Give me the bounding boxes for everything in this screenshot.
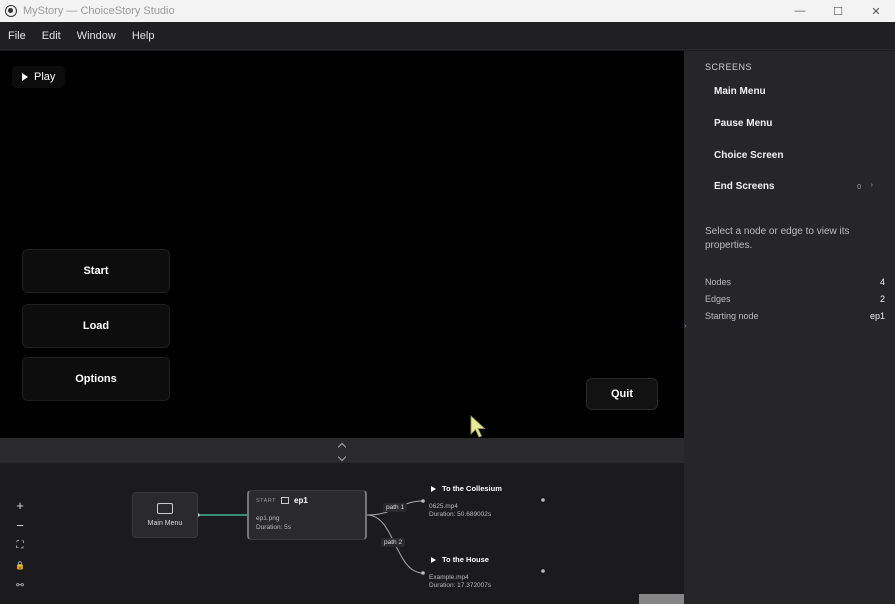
panel-splitter[interactable] <box>0 438 684 463</box>
choice-collesium-duration: Duration: 50.689002s <box>429 511 492 518</box>
node-choice-collesium[interactable]: To the Collesium <box>431 484 502 493</box>
screen-item-main-menu[interactable]: Main Menu <box>714 86 766 97</box>
node-ep1-file: ep1.png <box>256 515 280 522</box>
screens-heading: SCREENS <box>705 62 753 72</box>
stat-starting-node: Starting node ep1 <box>705 311 885 321</box>
play-icon <box>431 556 436 563</box>
chevron-right-icon[interactable]: › <box>684 321 687 330</box>
menu-bar: File Edit Window Help <box>0 22 895 50</box>
quit-button[interactable]: Quit <box>586 378 658 410</box>
options-button[interactable]: Options <box>22 357 170 401</box>
stat-starting-node-label: Starting node <box>705 311 759 321</box>
play-button[interactable]: Play <box>12 66 66 88</box>
stat-starting-node-value: ep1 <box>869 311 885 321</box>
stat-nodes-label: Nodes <box>705 277 732 287</box>
story-graph[interactable]: + − ⛶ 🔒 ⚯ Main Menu START ep1 ep1.png Du… <box>0 463 684 604</box>
choice-house-title: To the House <box>442 555 489 564</box>
chevron-right-icon[interactable]: › <box>871 182 873 189</box>
menu-help[interactable]: Help <box>124 22 163 50</box>
node-main-menu-label: Main Menu <box>147 520 183 527</box>
choice-collesium-info: 0625.mp4 Duration: 50.689002s <box>429 503 491 519</box>
node-main-menu[interactable]: Main Menu <box>132 492 198 538</box>
maximize-icon[interactable]: ☐ <box>819 0 857 22</box>
choice-collesium-title: To the Collesium <box>442 484 502 493</box>
play-label: Play <box>34 71 56 83</box>
choice-collesium-file: 0625.mp4 <box>429 503 458 510</box>
screen-item-end-screens[interactable]: End Screens <box>714 181 775 192</box>
window-title: MyStory — ChoiceStory Studio <box>23 5 175 17</box>
stat-nodes: Nodes 4 <box>705 277 885 287</box>
chevron-up-icon[interactable] <box>337 442 347 451</box>
graph-minimap[interactable] <box>639 594 684 604</box>
node-ep1-name: ep1 <box>294 496 308 505</box>
node-choice-house[interactable]: To the House <box>431 555 489 564</box>
screen-icon <box>157 503 173 514</box>
properties-panel: › SCREENS Main Menu Pause Menu Choice Sc… <box>684 51 895 604</box>
screen-preview: Play Start Load Options Quit <box>0 51 684 438</box>
choice-house-file: Example.mp4 <box>429 574 469 581</box>
load-button[interactable]: Load <box>22 304 170 348</box>
edge-label-path-2[interactable]: path 2 <box>381 538 406 547</box>
minimize-icon[interactable]: — <box>781 0 819 22</box>
screen-item-choice-screen[interactable]: Choice Screen <box>714 150 783 161</box>
stat-edges-label: Edges <box>705 294 731 304</box>
menu-window[interactable]: Window <box>69 22 124 50</box>
app-logo-icon <box>5 5 17 17</box>
choice-house-info: Example.mp4 Duration: 17.372007s <box>429 574 491 590</box>
menu-file[interactable]: File <box>0 22 34 50</box>
screen-item-pause-menu[interactable]: Pause Menu <box>714 118 772 129</box>
edge-label-path-1[interactable]: path 1 <box>383 503 408 512</box>
stat-edges: Edges 2 <box>705 294 885 304</box>
window-controls: — ☐ ✕ <box>781 0 895 22</box>
chevron-down-icon[interactable] <box>337 452 347 461</box>
start-badge: START <box>256 497 277 504</box>
menu-edit[interactable]: Edit <box>34 22 69 50</box>
choice-house-duration: Duration: 17.372007s <box>429 582 492 589</box>
end-screens-count: 0 <box>857 184 861 191</box>
image-icon <box>281 497 290 504</box>
play-icon <box>22 73 28 81</box>
mouse-cursor-icon <box>470 415 486 438</box>
start-button[interactable]: Start <box>22 249 170 293</box>
node-ep1[interactable]: START ep1 ep1.png Duration: 5s <box>247 490 367 540</box>
selection-hint: Select a node or edge to view its proper… <box>705 226 850 251</box>
node-ep1-duration: Duration: 5s <box>256 524 292 531</box>
stat-edges-value: 2 <box>879 294 885 304</box>
close-icon[interactable]: ✕ <box>857 0 895 22</box>
title-bar: MyStory — ChoiceStory Studio — ☐ ✕ <box>0 0 895 22</box>
play-icon <box>431 485 436 492</box>
stat-nodes-value: 4 <box>879 277 885 287</box>
